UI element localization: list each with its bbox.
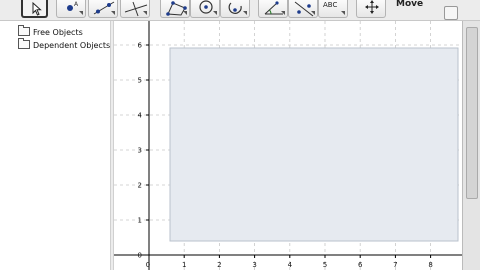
help-icon[interactable] (444, 6, 458, 20)
x-tick-label: 3 (252, 261, 256, 269)
folder-icon (18, 25, 30, 36)
x-tick-label: 0 (146, 261, 150, 269)
y-tick-label: 2 (138, 182, 142, 190)
active-tool-label: Move (396, 0, 424, 9)
tree-item-dependent-objects[interactable]: Dependent Objects (18, 38, 111, 50)
scrollbar-thumb[interactable] (466, 27, 478, 199)
tree-item-label: Free Objects (33, 28, 83, 37)
perpendicular-tool-button[interactable] (120, 0, 150, 18)
y-tick-label: 1 (138, 217, 142, 225)
text-tool-button[interactable]: ABC (318, 0, 348, 18)
pointer-arrow-icon (32, 1, 42, 16)
x-tick-label: 2 (217, 261, 221, 269)
y-tick-label: 6 (138, 42, 143, 50)
svg-text:A: A (74, 1, 79, 8)
y-tick-label: 4 (138, 112, 143, 120)
algebra-view: Free Objects Dependent Objects (0, 21, 111, 270)
tree-item-label: Dependent Objects (33, 41, 111, 50)
angle-tool-button[interactable] (258, 0, 288, 18)
y-tick-label: 0 (138, 252, 142, 260)
x-tick-label: 8 (428, 261, 432, 269)
point-tool-button[interactable]: A (56, 0, 86, 18)
new-point-icon: A (67, 1, 79, 11)
polygon-icon (166, 1, 187, 16)
y-tick-label: 3 (138, 147, 142, 155)
selection-rectangle (169, 47, 459, 242)
reflect-about-line-icon (294, 1, 314, 17)
reflect-tool-button[interactable] (288, 0, 318, 18)
x-tick-label: 5 (323, 261, 327, 269)
angle-icon (264, 1, 283, 15)
line-tool-button[interactable] (88, 0, 118, 18)
circle-center-point-icon (199, 0, 213, 14)
line-through-two-points-icon (93, 1, 115, 15)
folder-icon (18, 38, 30, 49)
circle-tool-button[interactable] (190, 0, 220, 18)
coordinate-plane[interactable]: 0 1 2 3 4 5 6 7 8 0 1 2 3 4 5 6 (114, 21, 462, 270)
move-tool-button[interactable] (21, 0, 48, 18)
perpendicular-line-icon (124, 1, 148, 17)
y-tick-label: 5 (138, 77, 142, 85)
polygon-tool-button[interactable] (160, 0, 190, 18)
x-tick-label: 7 (393, 261, 397, 269)
insert-text-icon: ABC (323, 1, 337, 9)
x-tick-label: 6 (358, 261, 363, 269)
vertical-scrollbar[interactable] (462, 21, 480, 270)
text-tool-label: ABC (323, 1, 337, 9)
move-graphics-view-icon (365, 0, 379, 14)
arc-tool-button[interactable] (220, 0, 250, 18)
move-view-tool-button[interactable] (356, 0, 386, 18)
circle-arc-icon (228, 2, 242, 14)
x-tick-label: 1 (182, 261, 186, 269)
tree-item-free-objects[interactable]: Free Objects (18, 25, 83, 37)
toolbar: A ABC Move (0, 0, 480, 21)
graphics-view[interactable]: 0 1 2 3 4 5 6 7 8 0 1 2 3 4 5 6 (114, 21, 462, 270)
x-tick-label: 4 (288, 261, 293, 269)
